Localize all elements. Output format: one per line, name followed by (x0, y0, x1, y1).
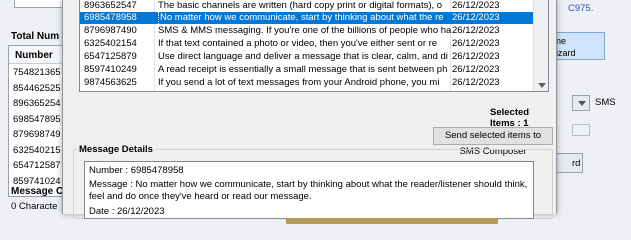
scroll-down-arrow-icon[interactable] (538, 83, 546, 88)
row-number: 6547125879 (84, 51, 137, 62)
table-row[interactable]: 8963652547 The basic channels are writte… (80, 0, 535, 12)
row-number: 8963652547 (84, 0, 137, 11)
row-message: If you send a lot of text messages from … (158, 77, 440, 88)
detail-message-line: feel and do once they've heard or read o… (89, 191, 312, 202)
message-list-dialog: 8963652547 The basic channels are writte… (62, 0, 557, 224)
numbers-list[interactable]: Number 754821365 854462525 896365254 698… (8, 45, 66, 197)
number-list-item[interactable]: 854462525 (9, 80, 65, 96)
table-row-selected[interactable]: 6985478958 No matter how we communicate,… (80, 12, 535, 24)
characters-count: 0 Characte (11, 201, 58, 212)
total-numbers-label: Total Num (11, 31, 60, 42)
number-list-item[interactable]: 896365254 (9, 95, 65, 111)
detail-date: Date : 26/12/2023 (89, 206, 165, 217)
row-date: 26/12/2023 (452, 77, 500, 88)
decorative-stripe (286, 218, 498, 224)
row-date: 26/12/2023 (452, 0, 500, 11)
wizard-button-label: izard (556, 48, 576, 58)
row-number: 6325402154 (84, 38, 137, 49)
detail-number: Number : 6985478958 (89, 165, 184, 176)
row-message: If that text contained a photo or video,… (158, 38, 438, 49)
number-list-item[interactable]: 754821365 (9, 64, 65, 80)
row-date: 26/12/2023 (452, 64, 500, 75)
send-to-composer-button[interactable]: Send selected items to SMS Composer (433, 127, 553, 157)
message-details-legend: Message Details (77, 144, 155, 155)
row-number: 9874563625 (84, 77, 137, 88)
table-row[interactable]: 8597410249 A read receipt is essentially… (80, 64, 535, 76)
table-row[interactable]: 6325402154 If that text contained a phot… (80, 38, 535, 50)
top-input-box[interactable] (14, 0, 64, 8)
number-list-item[interactable]: 632540215 (9, 142, 65, 158)
number-list-item[interactable]: 879698749 (9, 126, 65, 142)
row-number: 8796987490 (84, 25, 137, 36)
wizard-button-label: ne (556, 36, 567, 46)
row-message: A read receipt is essentially a small me… (158, 64, 448, 75)
right-side-button[interactable]: rd (553, 153, 583, 173)
table-row[interactable]: 6547125879 Use direct language and deliv… (80, 51, 535, 63)
message-details-group: Message Details Number : 6985478958 Mess… (73, 144, 553, 224)
row-number: 8597410249 (84, 64, 137, 75)
sms-label: SMS (595, 97, 616, 108)
number-list-item[interactable]: 698547895 (9, 111, 65, 127)
message-details-box[interactable]: Number : 6985478958 Message : No matter … (84, 161, 534, 224)
messages-grid[interactable]: 8963652547 The basic channels are writte… (79, 0, 549, 92)
secondary-dropdown[interactable] (572, 124, 590, 136)
sms-dropdown[interactable] (572, 95, 590, 111)
row-date: 26/12/2023 (452, 38, 500, 49)
row-number: 6985478958 (84, 12, 137, 23)
detail-message-line: Message : No matter how we communicate, … (89, 179, 528, 190)
wizard-button[interactable]: ne izard (553, 32, 605, 60)
row-date: 26/12/2023 (452, 25, 500, 36)
selected-items-count: Selected Items : 1 (490, 107, 530, 129)
row-message: SMS & MMS messaging. If you're one of th… (158, 25, 451, 36)
message-count-label: Message C (11, 186, 64, 197)
table-row[interactable]: 9874563625 If you send a lot of text mes… (80, 77, 535, 89)
top-right-link[interactable]: C975. (568, 3, 593, 14)
row-message: No matter how we communicate, start by t… (158, 12, 451, 24)
vertical-scrollbar[interactable] (533, 0, 548, 91)
table-row[interactable]: 8796987490 SMS & MMS messaging. If you'r… (80, 25, 535, 37)
row-date: 26/12/2023 (452, 12, 500, 23)
row-message: The basic channels are written (hard cop… (158, 0, 443, 11)
number-list-item[interactable]: 654712587 (9, 157, 65, 173)
row-message: Use direct language and deliver a messag… (158, 51, 448, 62)
row-date: 26/12/2023 (452, 51, 500, 62)
number-column-header[interactable]: Number (9, 46, 65, 64)
